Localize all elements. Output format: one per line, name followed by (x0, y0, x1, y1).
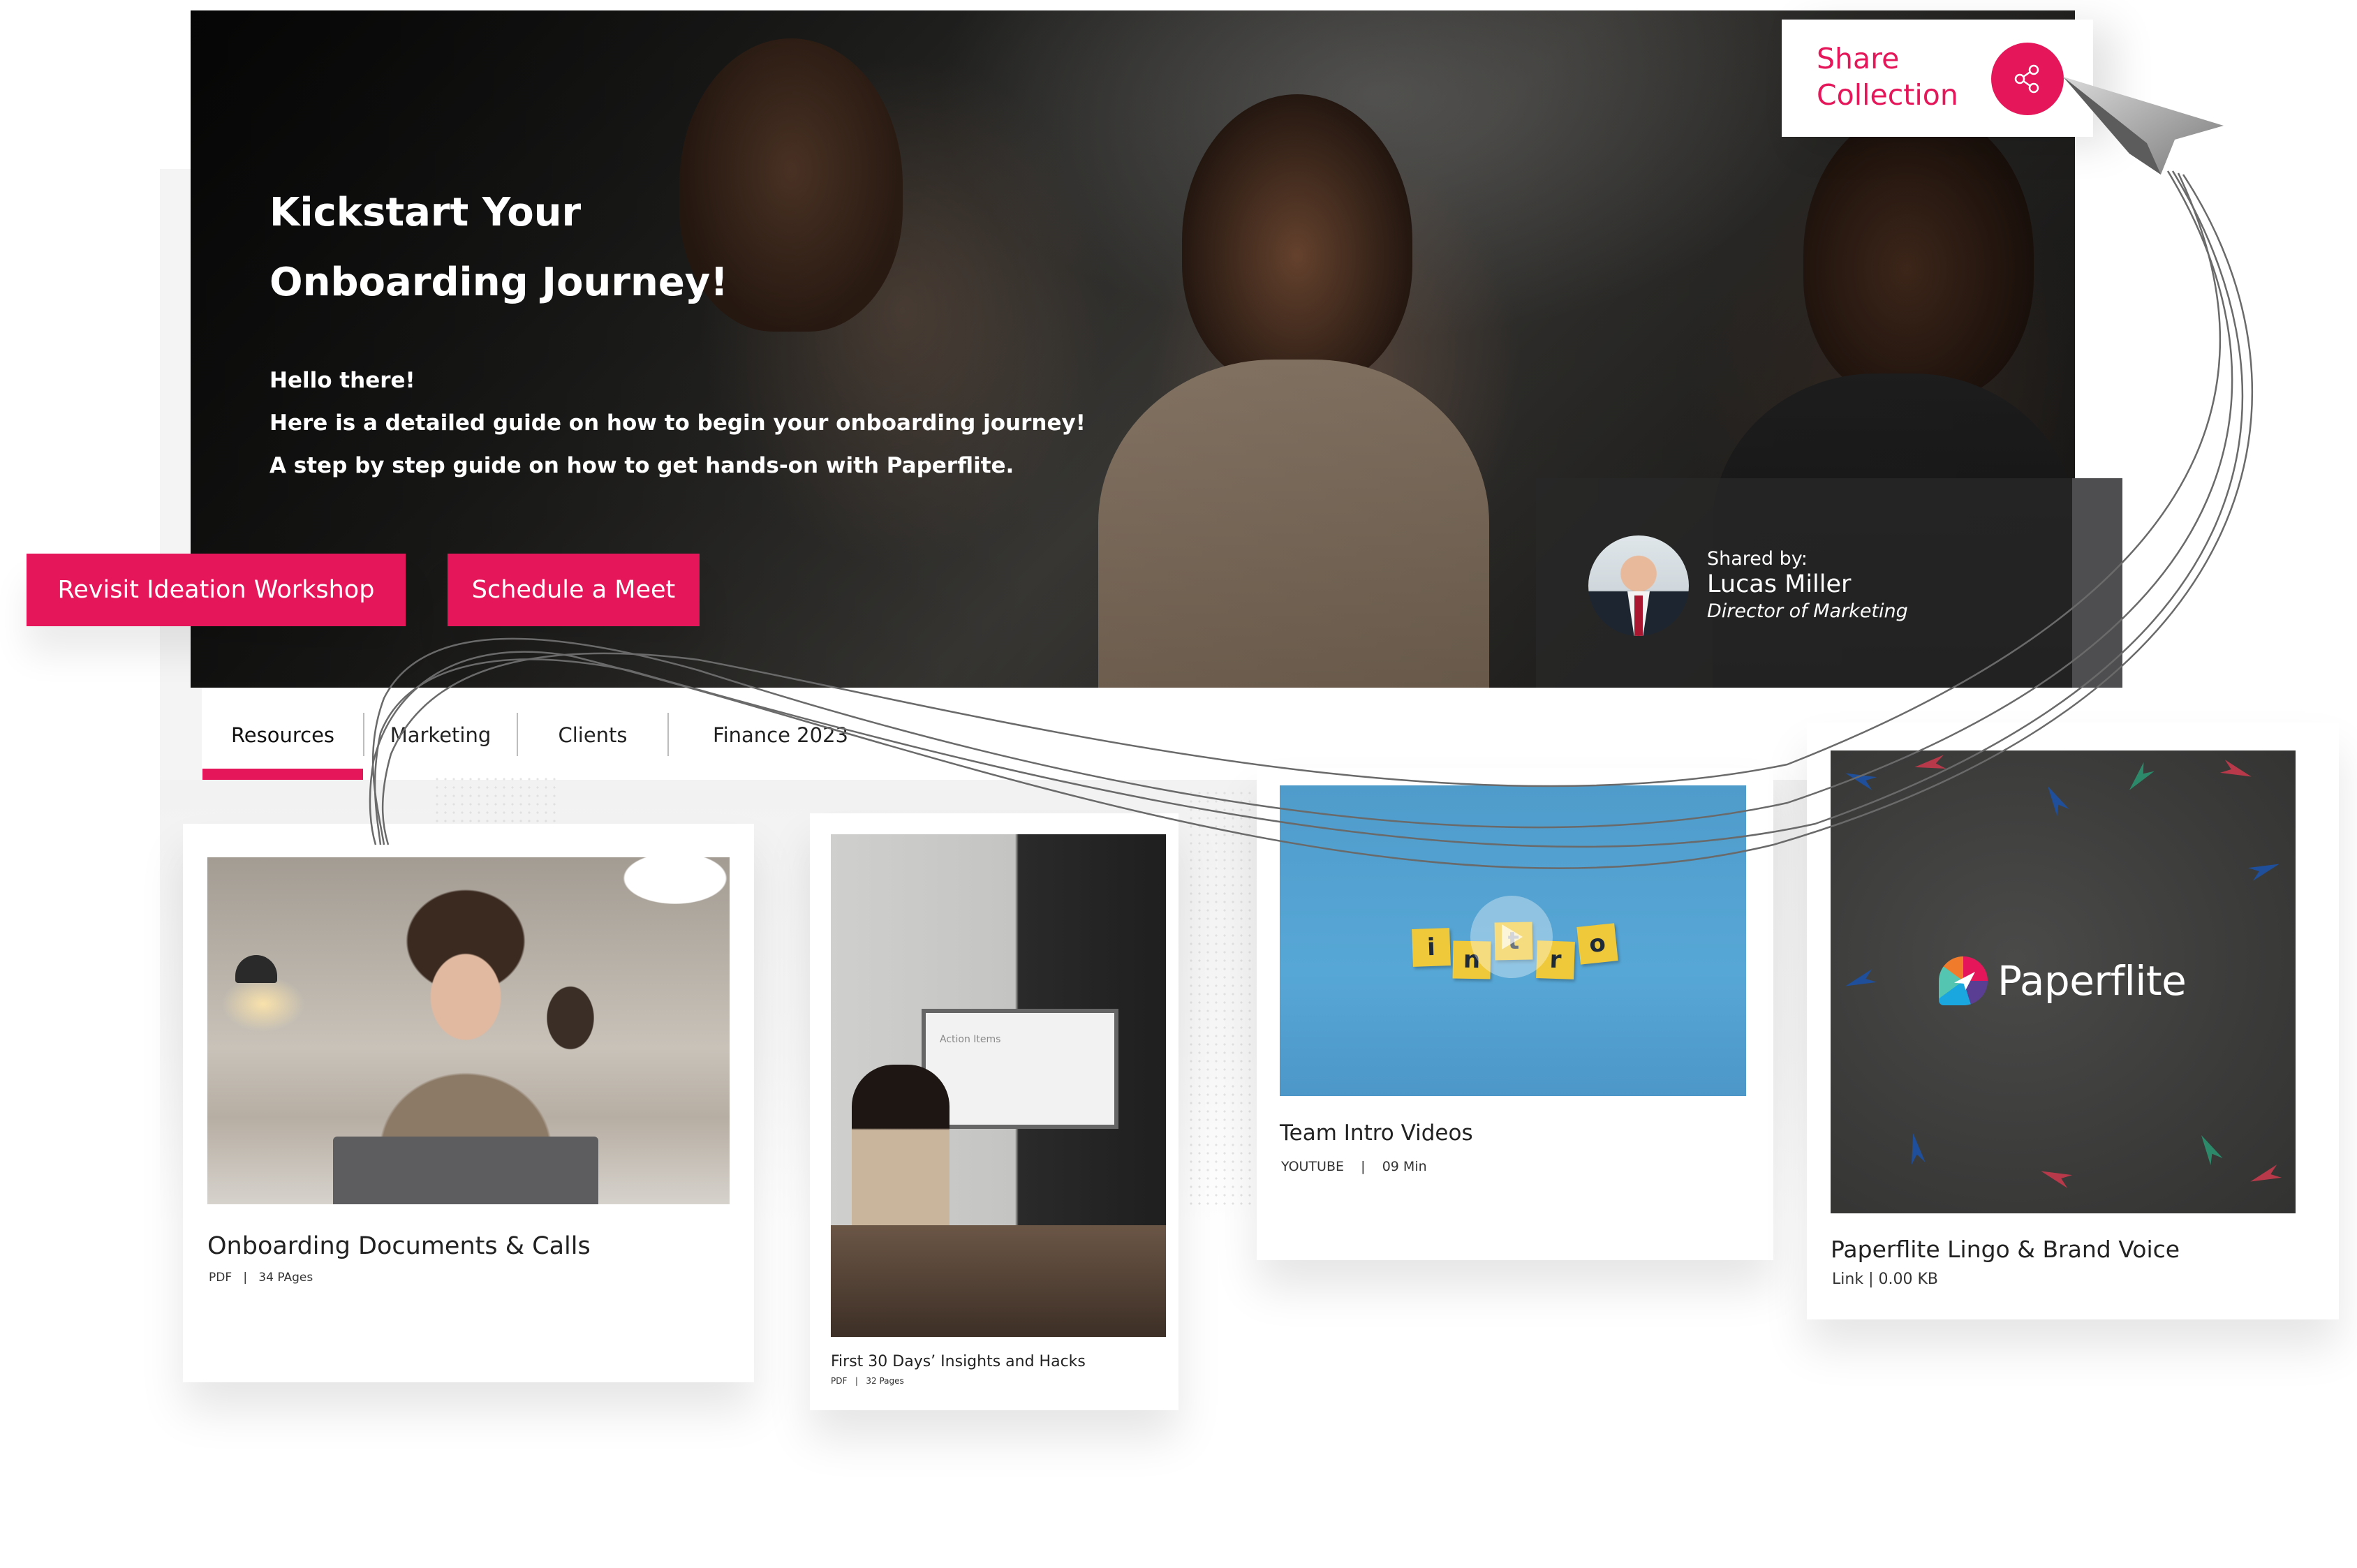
shared-by-card: Shared by: Lucas Miller Director of Mark… (1536, 478, 2122, 688)
asset-thumbnail (207, 857, 730, 1204)
asset-title: Team Intro Videos (1280, 1120, 1473, 1146)
presentation-screen: Action Items (922, 1009, 1118, 1129)
meta-separator: | (1348, 1159, 1378, 1174)
revisit-ideation-workshop-button[interactable]: Revisit Ideation Workshop (27, 554, 406, 626)
asset-type: YOUTUBE (1281, 1159, 1344, 1174)
avatar (1588, 535, 1689, 636)
share-icon (2014, 64, 2039, 94)
paper-plane-decor (1906, 1132, 1925, 1165)
paper-plane-decor (2248, 857, 2282, 881)
paper-plane-decor (1843, 969, 1877, 993)
asset-type: PDF (831, 1376, 848, 1386)
sharer-name: Lucas Miller (1707, 570, 1852, 598)
photo-person (852, 1065, 950, 1246)
asset-card[interactable]: i n t r o Team Intro Videos YOUTUBE | 09… (1257, 768, 1773, 1260)
lamp-glow (221, 976, 305, 1032)
asset-size: 32 Pages (866, 1376, 904, 1386)
hero-greeting: Hello there! (269, 368, 415, 393)
shared-by-label: Shared by: (1707, 548, 1808, 570)
paper-plane-decor (2195, 1132, 2222, 1165)
meta-separator: | (850, 1376, 864, 1386)
share-button[interactable] (1991, 43, 2064, 115)
asset-type: PDF (209, 1271, 232, 1285)
paperflite-wordmark: Paperflite (1997, 957, 2187, 1005)
meta-separator: | (235, 1271, 255, 1285)
tab-finance-2023[interactable]: Finance 2023 (669, 709, 892, 761)
lamp (235, 955, 277, 983)
dot-pattern (1187, 789, 1257, 1208)
letter-tile: i (1412, 928, 1451, 967)
share-collection-card[interactable]: Share Collection (1782, 20, 2093, 137)
tab-resources[interactable]: Resources (202, 709, 363, 761)
asset-meta: YOUTUBE | 09 Min (1281, 1159, 1427, 1174)
play-button[interactable] (1470, 896, 1553, 978)
paper-plane-decor (2039, 1164, 2072, 1188)
video-thumbnail: i n t r o (1280, 785, 1746, 1096)
hero-title: Kickstart Your Onboarding Journey! (269, 178, 728, 318)
tab-clients[interactable]: Clients (518, 709, 667, 761)
asset-size: 34 PAges (258, 1271, 313, 1285)
paper-plane-decor (1843, 767, 1877, 790)
screen-text: Action Items (940, 1034, 1001, 1045)
avatar-tie (1634, 596, 1643, 636)
hero-text-line: A step by step guide on how to get hands… (269, 453, 1014, 478)
paper-plane-decor (2220, 760, 2254, 783)
paperflite-logo-icon (1939, 956, 1988, 1005)
paperflite-logo: Paperflite (1939, 956, 2187, 1005)
asset-thumbnail: Paperflite (1831, 750, 2296, 1213)
asset-type: Link (1832, 1271, 1864, 1288)
paper-plane-icon (2063, 77, 2224, 175)
asset-duration: 09 Min (1382, 1159, 1427, 1174)
active-tab-indicator (202, 769, 363, 780)
asset-thumbnail: Action Items (831, 834, 1166, 1337)
asset-card[interactable]: Onboarding Documents & Calls PDF | 34 PA… (183, 824, 754, 1382)
share-label-line: Collection (1817, 78, 1958, 112)
sharer-role: Director of Marketing (1707, 600, 1908, 622)
paper-plane-decor (2041, 783, 2069, 816)
hero-text-line: Here is a detailed guide on how to begin… (269, 411, 1086, 436)
hero-title-line: Onboarding Journey! (269, 260, 728, 305)
laptop (333, 1137, 598, 1204)
hero-description: Hello there! Here is a detailed guide on… (269, 360, 1086, 487)
shared-card-strip (2072, 478, 2122, 688)
asset-size: 0.00 KB (1878, 1271, 1938, 1288)
play-icon (1502, 924, 1523, 949)
asset-title: Paperflite Lingo & Brand Voice (1831, 1236, 2180, 1263)
asset-meta: PDF | 32 Pages (831, 1376, 904, 1386)
asset-meta: PDF | 34 PAges (209, 1271, 313, 1285)
asset-card[interactable]: Paperflite Paperflite Lingo & Brand Voic… (1807, 723, 2339, 1319)
meta-separator: | (1868, 1271, 1879, 1288)
schedule-meet-button[interactable]: Schedule a Meet (448, 554, 700, 626)
paper-plane-decor (2124, 762, 2155, 795)
paper-plane-decor (2248, 1164, 2282, 1188)
asset-title: First 30 Days’ Insights and Hacks (831, 1353, 1086, 1370)
letter-tile: o (1576, 923, 1618, 965)
asset-meta: Link | 0.00 KB (1832, 1271, 1938, 1288)
share-collection-label: Share Collection (1817, 40, 1958, 113)
hero-title-line: Kickstart Your (269, 190, 582, 235)
asset-title: Onboarding Documents & Calls (207, 1232, 591, 1260)
tab-marketing[interactable]: Marketing (364, 709, 517, 761)
photo-table (831, 1225, 1166, 1337)
share-label-line: Share (1817, 42, 1900, 75)
dot-pattern (433, 775, 559, 831)
asset-card[interactable]: Action Items First 30 Days’ Insights and… (810, 813, 1178, 1410)
paper-plane-decor (1914, 755, 1946, 774)
